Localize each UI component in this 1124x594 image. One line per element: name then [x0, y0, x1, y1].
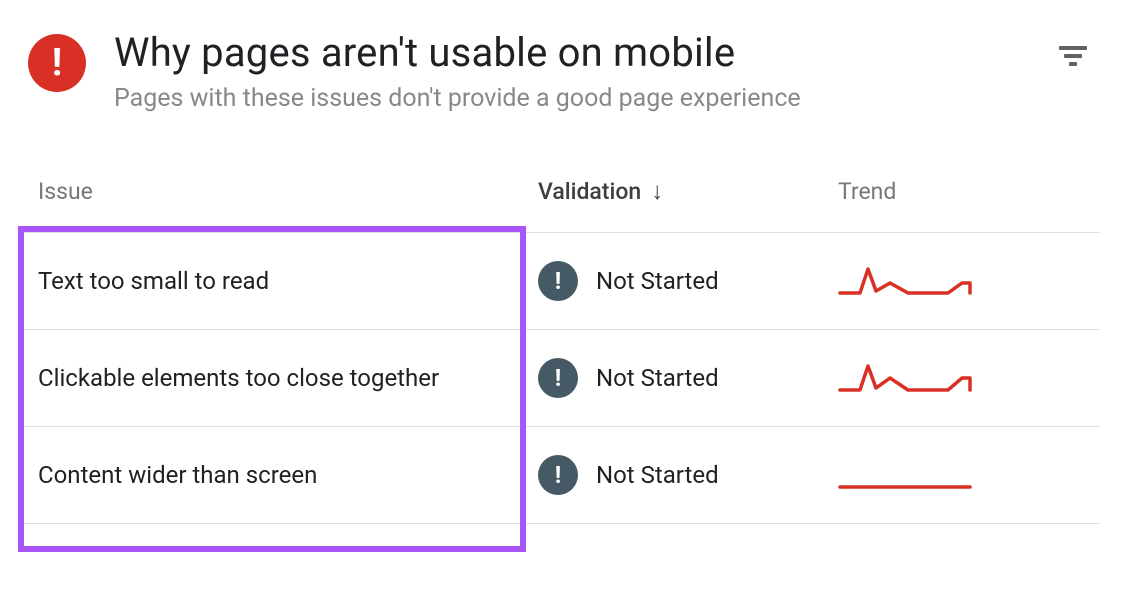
status-label: Not Started	[596, 267, 719, 295]
page-header: ! Why pages aren't usable on mobile Page…	[24, 20, 1100, 153]
col-issue[interactable]: Issue	[38, 178, 538, 205]
issues-table: Issue Validation ↓ Trend Text too small …	[24, 153, 1100, 524]
col-trend[interactable]: Trend	[838, 178, 1086, 205]
validation-cell: ! Not Started	[538, 455, 838, 495]
table-row[interactable]: Clickable elements too close together ! …	[24, 329, 1100, 426]
issue-name: Clickable elements too close together	[38, 361, 538, 396]
validation-cell: ! Not Started	[538, 261, 838, 301]
trend-sparkline	[838, 263, 1086, 299]
trend-sparkline	[838, 360, 1086, 396]
error-icon: !	[28, 34, 86, 92]
arrow-down-icon: ↓	[651, 177, 663, 206]
trend-sparkline	[838, 457, 1086, 493]
status-icon: !	[538, 455, 578, 495]
status-icon: !	[538, 261, 578, 301]
page-subtitle: Pages with these issues don't provide a …	[114, 84, 1030, 113]
table-row[interactable]: Text too small to read ! Not Started	[24, 232, 1100, 329]
status-label: Not Started	[596, 364, 719, 392]
status-label: Not Started	[596, 461, 719, 489]
col-validation-label: Validation	[538, 178, 641, 205]
table-header: Issue Validation ↓ Trend	[24, 153, 1100, 232]
table-row[interactable]: Content wider than screen ! Not Started	[24, 426, 1100, 524]
status-icon: !	[538, 358, 578, 398]
table-body: Text too small to read ! Not Started Cli…	[24, 232, 1100, 524]
filter-icon[interactable]	[1058, 46, 1088, 66]
issue-name: Text too small to read	[38, 264, 538, 299]
validation-cell: ! Not Started	[538, 358, 838, 398]
issue-name: Content wider than screen	[38, 458, 538, 493]
page-title: Why pages aren't usable on mobile	[114, 28, 1030, 78]
col-validation[interactable]: Validation ↓	[538, 177, 838, 206]
